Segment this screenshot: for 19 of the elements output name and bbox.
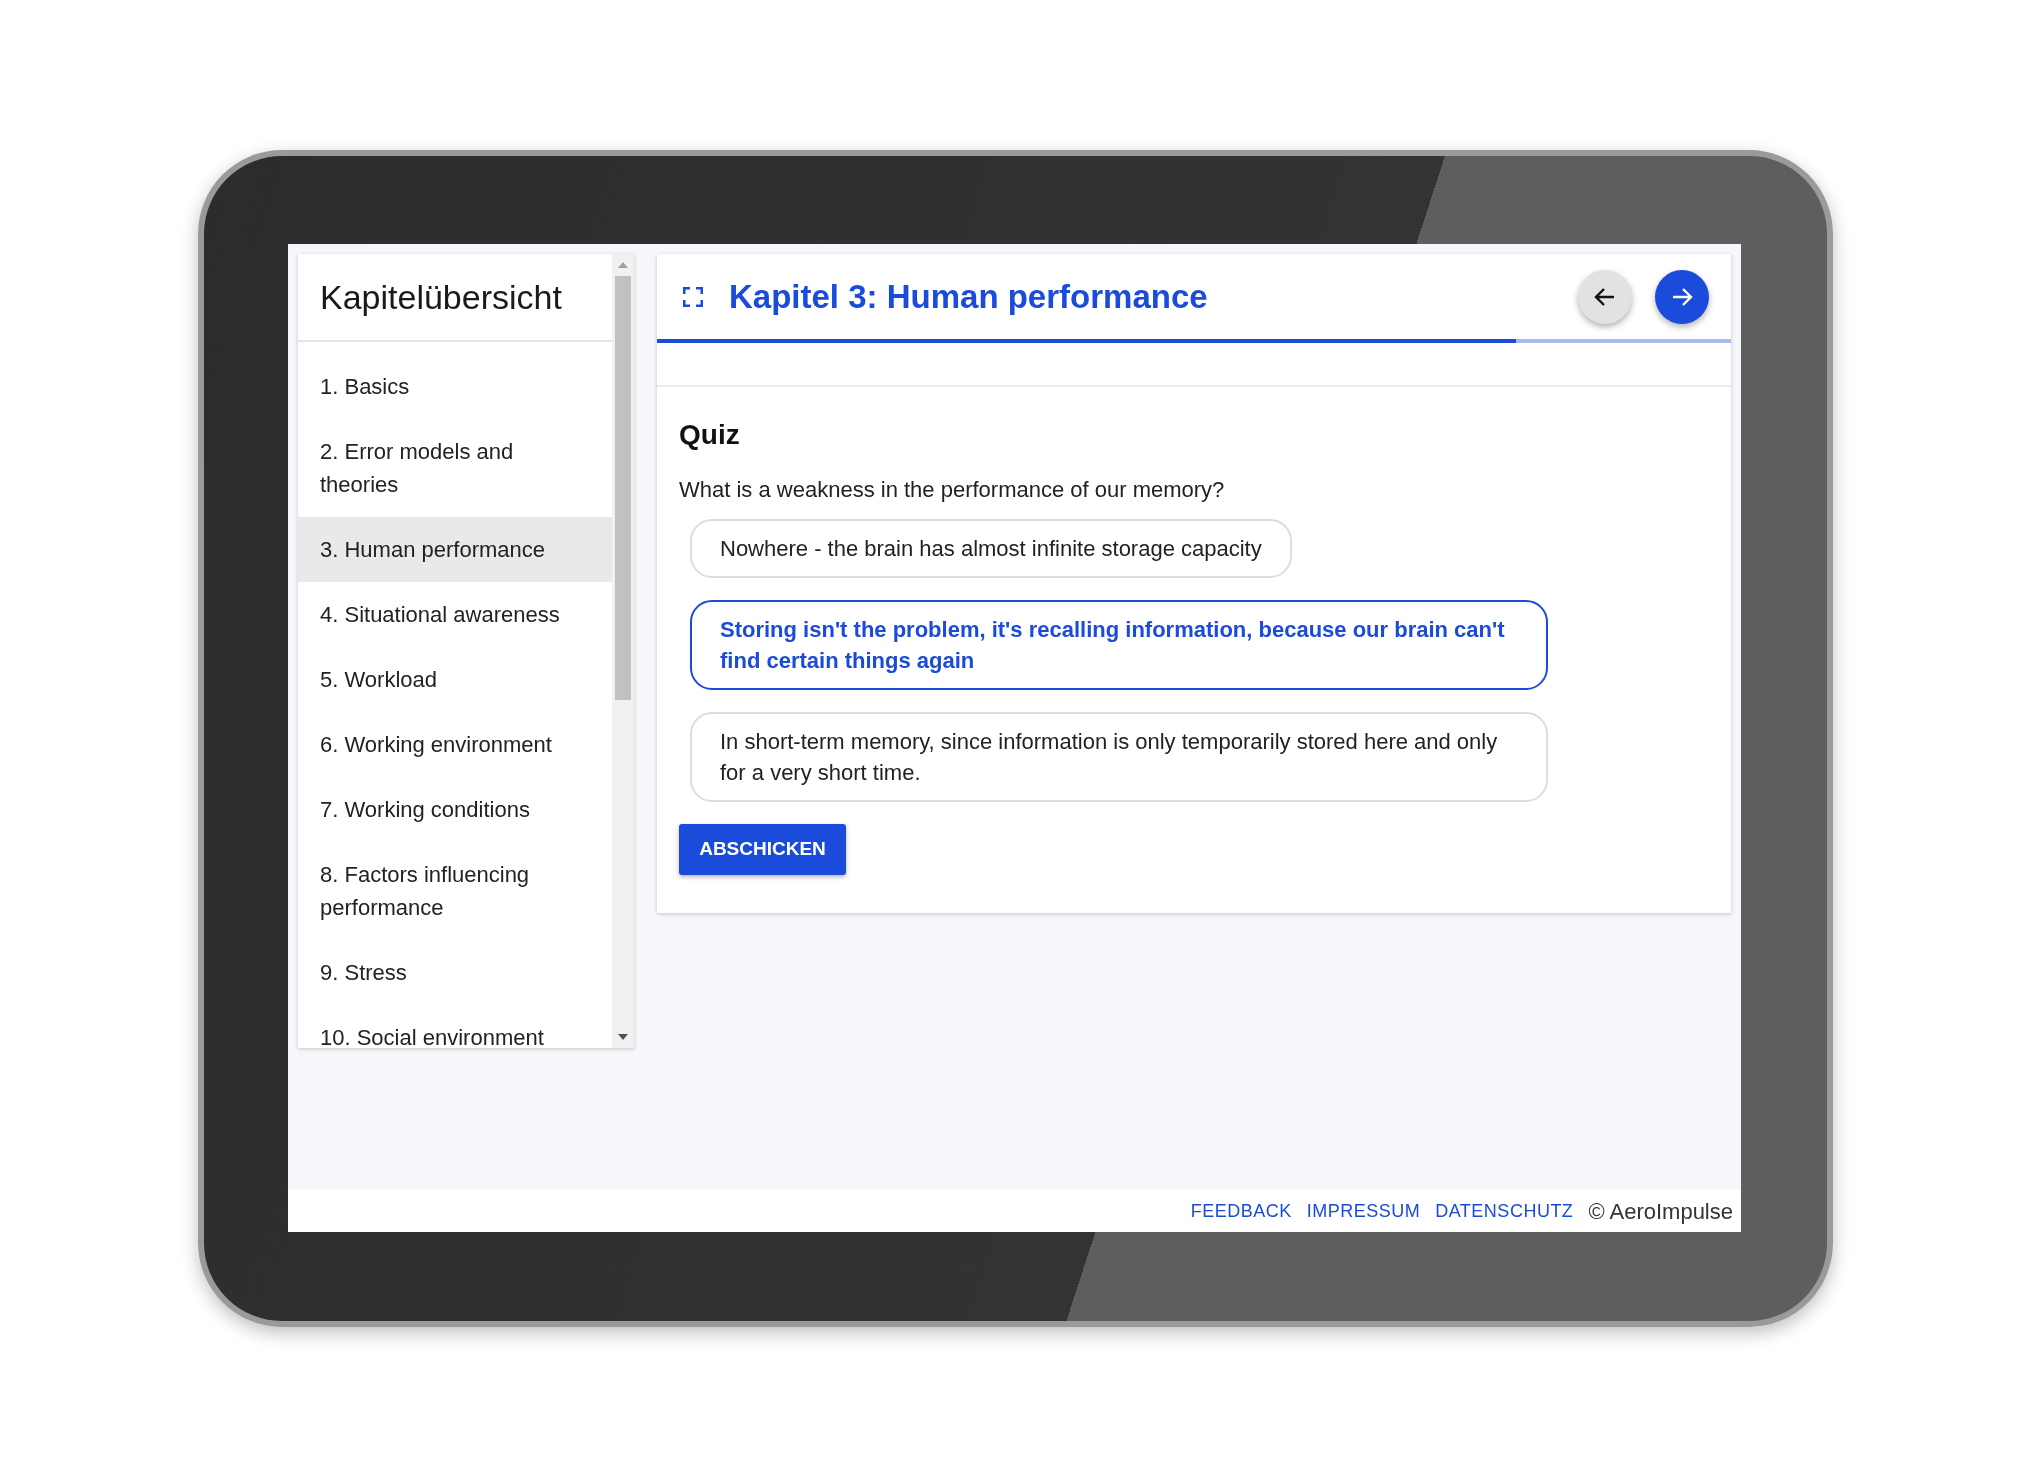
chapter-title: Kapitel 3: Human performance (729, 276, 1208, 317)
chapter-item[interactable]: 10. Social environment (298, 1005, 612, 1048)
chapter-item[interactable]: 3. Human performance (298, 517, 612, 582)
footer-link[interactable]: IMPRESSUM (1306, 1197, 1421, 1225)
quiz-title: Quiz (679, 418, 741, 452)
answer-option[interactable]: Nowhere - the brain has almost infinite storage capacity (690, 519, 1292, 578)
footer-link[interactable]: DATENSCHUTZ (1435, 1197, 1574, 1225)
quiz-question: What is a weakness in the performance of our memory? (679, 476, 1226, 504)
answer-option[interactable]: In short-term memory, since information is only temporarily stored here and only for a very short time. (690, 712, 1548, 802)
copyright-text: © AeroImpulse (1588, 1197, 1733, 1226)
back-button[interactable] (1578, 269, 1632, 324)
answer-option[interactable]: Storing isn't the problem, it's recalling information, because our brain can't find certain things again (690, 600, 1548, 690)
submit-button[interactable]: ABSCHICKEN (679, 824, 846, 875)
fullscreen-icon[interactable] (683, 286, 703, 307)
scrollbar-thumb[interactable] (615, 276, 631, 700)
next-button[interactable] (1655, 269, 1709, 324)
sidebar-title: Kapitelübersicht (320, 276, 562, 318)
scroll-down-icon[interactable] (618, 1034, 628, 1040)
footer-link[interactable]: FEEDBACK (1190, 1197, 1292, 1225)
